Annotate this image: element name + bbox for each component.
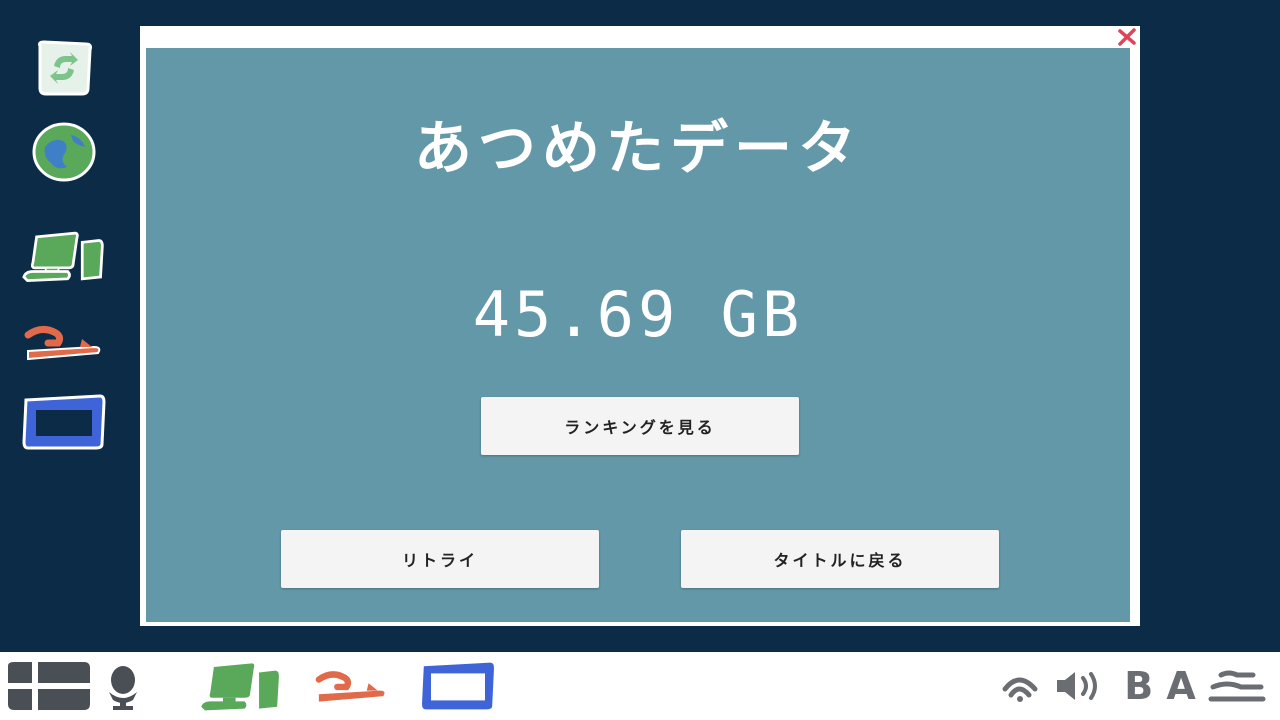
window-icon[interactable] <box>418 656 498 716</box>
wifi-icon[interactable] <box>1000 656 1040 716</box>
taskbar: B A <box>0 652 1280 720</box>
globe-icon[interactable] <box>22 120 106 184</box>
view-ranking-button[interactable]: ランキングを見る <box>481 397 799 455</box>
plane-icon[interactable] <box>22 310 106 374</box>
search-icon[interactable] <box>100 656 146 716</box>
recycle-icon[interactable] <box>22 36 106 100</box>
result-dialog: あつめたデータ 45.69 GB ランキングを見る リトライ タイトルに戻る <box>140 26 1140 626</box>
ime-indicator[interactable]: B A <box>1118 656 1202 716</box>
dialog-body: あつめたデータ 45.69 GB ランキングを見る リトライ タイトルに戻る <box>146 48 1130 622</box>
collected-data-value: 45.69 GB <box>472 278 804 351</box>
start-icon[interactable] <box>4 656 94 716</box>
desktop: あつめたデータ 45.69 GB ランキングを見る リトライ タイトルに戻る B… <box>0 0 1280 720</box>
close-icon <box>1118 28 1136 46</box>
back-to-title-button[interactable]: タイトルに戻る <box>681 530 999 588</box>
retry-button[interactable]: リトライ <box>281 530 599 588</box>
notification-icon[interactable] <box>1206 656 1268 716</box>
volume-icon[interactable] <box>1052 656 1108 716</box>
plane-icon[interactable] <box>312 656 392 716</box>
dialog-title: あつめたデータ <box>413 114 862 182</box>
window-icon[interactable] <box>22 390 106 454</box>
computer-icon[interactable] <box>22 224 106 288</box>
close-button[interactable] <box>1116 26 1138 48</box>
computer-icon[interactable] <box>196 656 286 716</box>
